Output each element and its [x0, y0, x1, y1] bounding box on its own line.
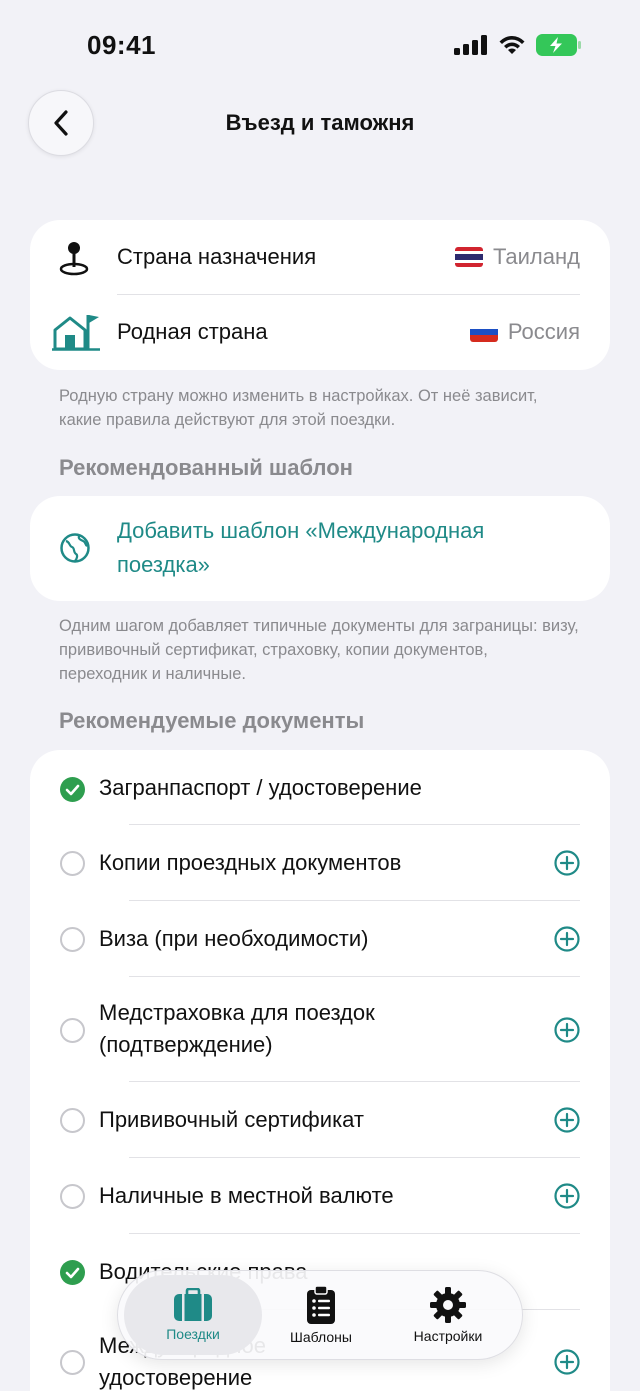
home-country-caption: Родную страну можно изменить в настройка…: [59, 387, 538, 429]
template-card[interactable]: Добавить шаблон «Международная поездка»: [30, 496, 610, 601]
empty-circle-icon[interactable]: [60, 927, 85, 952]
home-flag-icon: [52, 315, 100, 351]
document-row[interactable]: Копии проездных документов: [30, 825, 610, 900]
tab-templates[interactable]: Шаблоны: [266, 1275, 376, 1355]
add-circle-icon[interactable]: [554, 1349, 580, 1375]
add-circle-icon[interactable]: [554, 1183, 580, 1209]
document-label: Виза (при необходимости): [99, 926, 369, 951]
recommended-template-section-title: Рекомендованный шаблон: [59, 455, 353, 480]
document-row[interactable]: Медстраховка для поездок (подтверждение): [30, 977, 610, 1081]
page-title: Въезд и таможня: [225, 110, 415, 135]
tab-bar: Поездки Шаблоны Настройки: [117, 1270, 523, 1360]
destination-country-row[interactable]: Страна назначения Таиланд: [30, 220, 610, 295]
location-pin-icon: [59, 242, 89, 276]
destination-country-label: Страна назначения: [117, 244, 317, 269]
status-bar: 09:41: [0, 0, 640, 90]
tab-settings-label: Настройки: [413, 1328, 483, 1344]
empty-circle-icon[interactable]: [60, 851, 85, 876]
document-label: Загранпаспорт / удостоверение: [99, 775, 422, 800]
tab-trips-label: Поездки: [166, 1326, 220, 1342]
home-country-name: Россия: [507, 319, 580, 344]
tab-settings[interactable]: Настройки: [388, 1275, 508, 1355]
wifi-icon: [499, 36, 525, 54]
document-row[interactable]: Прививочный сертификат: [30, 1082, 610, 1157]
russia-flag-icon: [469, 322, 498, 342]
suitcase-icon: [174, 1288, 212, 1321]
navigation-header: Въезд и таможня: [0, 90, 640, 158]
home-country-value: Россия: [469, 319, 580, 345]
status-time: 09:41: [87, 30, 156, 60]
add-circle-icon[interactable]: [554, 1107, 580, 1133]
checkmark-icon[interactable]: [60, 1260, 85, 1285]
document-row[interactable]: Загранпаспорт / удостоверение: [30, 750, 610, 825]
checkmark-icon[interactable]: [60, 777, 85, 802]
add-circle-icon[interactable]: [554, 850, 580, 876]
tab-trips[interactable]: Поездки: [124, 1275, 262, 1355]
status-icons: [454, 34, 582, 56]
globe-icon: [60, 533, 90, 563]
document-label: Копии проездных документов: [99, 850, 402, 875]
document-label: Медстраховка для поездок (подтверждение): [99, 1000, 375, 1057]
clipboard-list-icon: [307, 1285, 335, 1324]
home-country-row[interactable]: Родная страна Россия: [30, 295, 610, 370]
battery-charging-icon: [536, 34, 581, 56]
add-circle-icon[interactable]: [554, 1017, 580, 1043]
empty-circle-icon[interactable]: [60, 1018, 85, 1043]
document-label: Наличные в местной валюте: [99, 1183, 394, 1208]
document-row[interactable]: Наличные в местной валюте: [30, 1158, 610, 1233]
document-row[interactable]: Виза (при необходимости): [30, 901, 610, 976]
recommended-documents-section-title: Рекомендуемые документы: [59, 708, 365, 733]
gear-icon: [430, 1287, 466, 1323]
home-country-label: Родная страна: [117, 319, 268, 344]
destination-country-value: Таиланд: [454, 244, 580, 270]
empty-circle-icon[interactable]: [60, 1350, 85, 1375]
signal-icon: [454, 35, 487, 55]
empty-circle-icon[interactable]: [60, 1184, 85, 1209]
add-template-action[interactable]: Добавить шаблон «Международная поездка»: [117, 514, 577, 582]
tab-templates-label: Шаблоны: [290, 1329, 352, 1345]
thailand-flag-icon: [454, 247, 483, 267]
destination-country-name: Таиланд: [492, 244, 580, 269]
template-caption: Одним шагом добавляет типичные документы…: [59, 617, 579, 683]
empty-circle-icon[interactable]: [60, 1108, 85, 1133]
document-label: Прививочный сертификат: [99, 1107, 365, 1132]
countries-card: Страна назначения Таиланд Родная страна: [30, 220, 610, 370]
add-circle-icon[interactable]: [554, 926, 580, 952]
